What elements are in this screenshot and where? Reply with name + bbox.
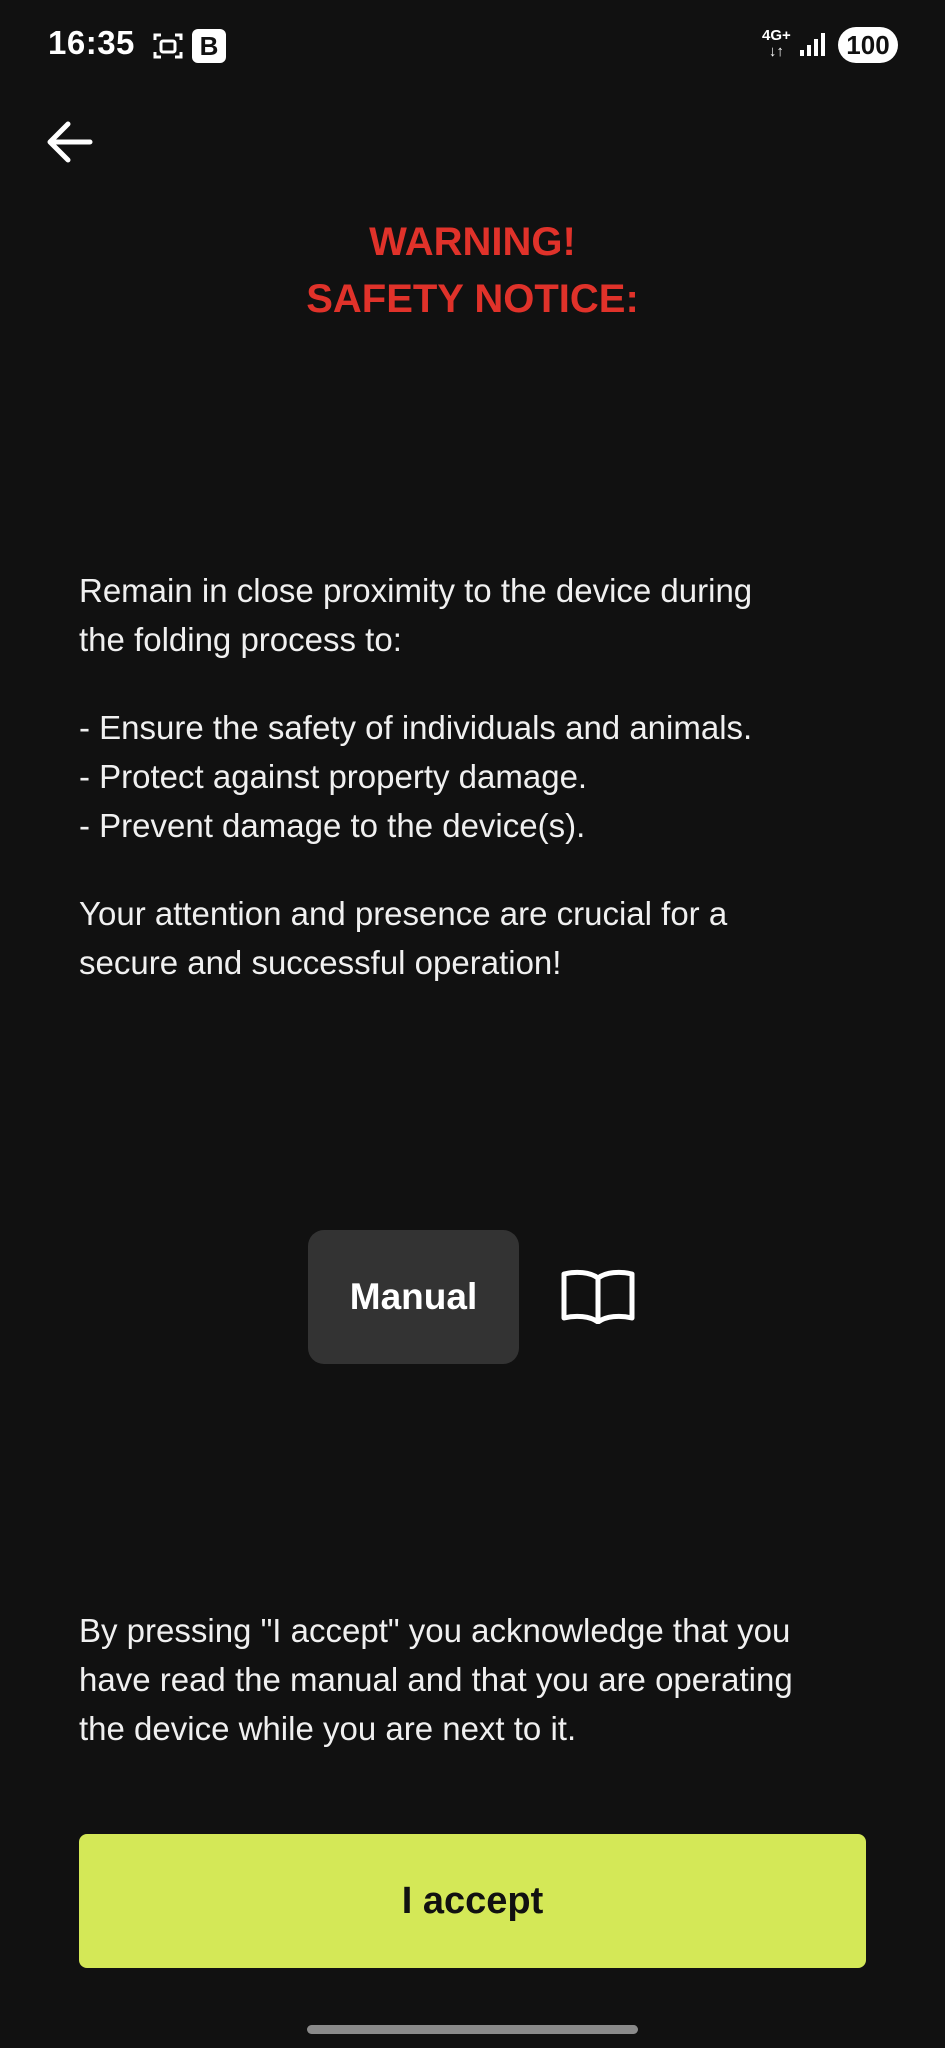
b-app-icon: B: [192, 29, 226, 63]
battery-indicator: 100: [838, 27, 898, 63]
title-line-2: SAFETY NOTICE:: [306, 277, 639, 321]
warning-title: WARNING! SAFETY NOTICE:: [0, 214, 945, 328]
manual-button[interactable]: Manual: [308, 1230, 519, 1364]
list-item: - Ensure the safety of individuals and a…: [79, 709, 753, 746]
list-item: - Protect against property damage.: [79, 758, 588, 795]
ack-line-2: have read the manual and that you are op…: [79, 1661, 793, 1698]
network-arrows-icon: ↓↑: [768, 43, 784, 60]
ack-line-3: the device while you are next to it.: [79, 1710, 577, 1747]
attention-line-1: Your attention and presence are crucial …: [79, 895, 728, 932]
arrow-left-icon[interactable]: [40, 112, 100, 172]
home-indicator[interactable]: [307, 2025, 638, 2034]
intro-line-1: Remain in close proximity to the device …: [79, 572, 753, 609]
acknowledgement-paragraph: By pressing "I accept" you acknowledge t…: [79, 1606, 879, 1753]
signal-icon: [800, 33, 825, 56]
status-time: 16:35: [48, 24, 135, 61]
safety-bullet-list: - Ensure the safety of individuals and a…: [79, 703, 879, 850]
intro-line-2: the folding process to:: [79, 621, 402, 658]
network-type-indicator: 4G+ ↓↑: [762, 28, 791, 60]
attention-line-2: secure and successful operation!: [79, 944, 562, 981]
accept-button[interactable]: I accept: [79, 1834, 866, 1968]
ack-line-1: By pressing "I accept" you acknowledge t…: [79, 1612, 791, 1649]
screenshot-icon: [153, 33, 183, 59]
attention-paragraph: Your attention and presence are crucial …: [79, 889, 879, 987]
intro-paragraph: Remain in close proximity to the device …: [79, 566, 879, 664]
book-open-icon[interactable]: [560, 1268, 636, 1324]
list-item: - Prevent damage to the device(s).: [79, 807, 586, 844]
network-type-label: 4G+: [762, 27, 791, 44]
title-line-1: WARNING!: [369, 220, 576, 264]
status-bar: 16:35 B 4G+ ↓↑ 100: [0, 0, 945, 92]
